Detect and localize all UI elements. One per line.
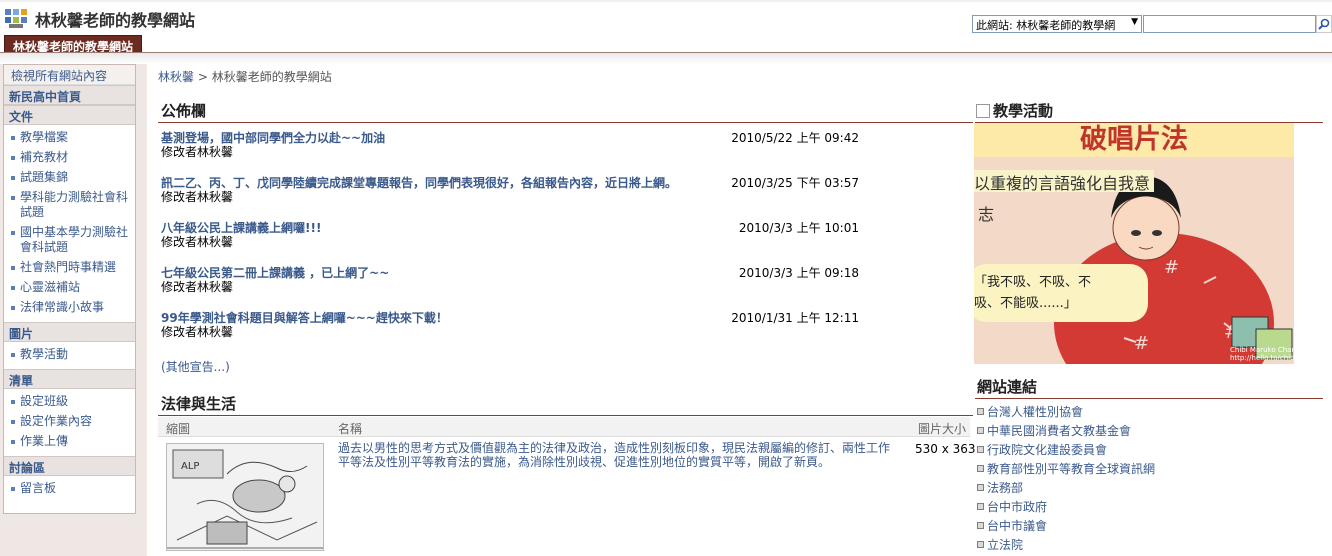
svg-text:#: # xyxy=(1164,257,1179,278)
dropdown-arrow-icon: ▼ xyxy=(1131,17,1138,27)
site-link-item[interactable]: 台灣人權性別協會 xyxy=(975,403,1325,422)
announcement-date: 2010/1/31 上午 12:11 xyxy=(731,311,859,325)
announcement-modified-by: 修改者林秋馨 xyxy=(161,145,234,159)
announcements-title[interactable]: 公佈欄 xyxy=(158,100,973,123)
view-all-site-content-link[interactable]: 檢視所有網站內容 xyxy=(4,65,135,85)
search-scope-value: 此網站: 林秋馨老師的教學網 xyxy=(976,19,1116,32)
sidebar-section-discussions[interactable]: 討論區 xyxy=(4,456,135,476)
sidebar-item-law-stories[interactable]: 法律常識小故事 xyxy=(4,298,135,318)
law-table-header: 縮圖 名稱 圖片大小 xyxy=(158,417,970,437)
speech-bubble-line2: 吸、不能吸......」 xyxy=(974,296,1077,311)
announcement-date: 2010/3/3 上午 10:01 xyxy=(738,221,859,235)
announcement-modified-by: 修改者林秋馨 xyxy=(161,235,234,249)
announcement-modified-by: 修改者林秋馨 xyxy=(161,325,234,339)
breadcrumb: 林秋馨 > 林秋馨老師的教學網站 xyxy=(158,68,332,85)
announcement-item: 99年學測社會科題目與解答上網囉~~~趕快來下載！ 修改者林秋馨 2010/1/… xyxy=(161,309,971,339)
law-and-life-title[interactable]: 法律與生活 xyxy=(158,393,973,416)
announcement-item: 八年級公民上課講義上網囉!!! 修改者林秋馨 2010/3/3 上午 10:01 xyxy=(161,219,971,249)
sidebar-item-set-class[interactable]: 設定班級 xyxy=(4,392,135,412)
column-header-image-size[interactable]: 圖片大小 xyxy=(918,420,966,437)
image-credit: Chibi Maruko Chan http://hello.to/chibim… xyxy=(1230,346,1294,362)
sidebar-section-documents[interactable]: 文件 xyxy=(4,105,135,125)
activity-caption-line1: 以重複的言語強化自我意 xyxy=(974,170,1155,193)
table-row: ALP 過去以男性的思考方式及價值觀為主的法律及政治，造成性別刻板印象，現民法親… xyxy=(158,437,976,552)
sidebar-item-guestbook[interactable]: 留言板 xyxy=(4,479,135,499)
sidebar-item-exam-collection[interactable]: 試題集錦 xyxy=(4,168,135,188)
search-input[interactable] xyxy=(1143,15,1316,33)
announcement-item: 訊二乙、丙、丁、戊同學陸續完成課堂專題報告，同學們表現很好，各組報告內容，近日將… xyxy=(161,174,971,204)
image-placeholder-icon xyxy=(976,104,990,118)
sidebar-item-bctest-social[interactable]: 國中基本學力測驗社會科試題 xyxy=(4,223,135,258)
cartoon-sketch-image: ALP xyxy=(167,444,323,550)
site-link-item[interactable]: 台中市政府 xyxy=(975,498,1325,517)
image-credit-line1: Chibi Maruko Chan xyxy=(1230,346,1294,354)
quick-launch-sidebar: 檢視所有網站內容 新民高中首頁 文件 教學檔案 補充教材 試題集錦 學科能力測驗… xyxy=(3,64,136,514)
site-link-item[interactable]: 法務部 xyxy=(975,479,1325,498)
breadcrumb-root-link[interactable]: 林秋馨 xyxy=(158,70,194,84)
site-logo-icon xyxy=(5,9,29,29)
announcement-date: 2010/3/25 下午 03:57 xyxy=(731,176,859,190)
more-announcements-link[interactable]: (其他宣告...) xyxy=(161,358,230,375)
sidebar-item-set-homework[interactable]: 設定作業內容 xyxy=(4,412,135,432)
breadcrumb-current: 林秋馨老師的教學網站 xyxy=(211,70,332,84)
column-header-thumbnail[interactable]: 縮圖 xyxy=(166,420,190,437)
law-cartoon-thumbnail[interactable]: ALP xyxy=(166,443,324,551)
sidebar-item-homework-upload[interactable]: 作業上傳 xyxy=(4,432,135,452)
law-item-description-link[interactable]: 過去以男性的思考方式及價值觀為主的法律及政治，造成性別刻板印象，現民法親屬編的修… xyxy=(338,441,898,469)
site-title[interactable]: 林秋馨老師的教學網站 xyxy=(35,7,195,31)
law-item-image-size: 530 x 363 xyxy=(915,442,976,456)
sidebar-home-link[interactable]: 新民高中首頁 xyxy=(4,85,135,105)
teaching-activity-image[interactable]: # # # # 破唱片法 以重複的言語強化自我意 志 「我不吸、不吸、不 吸、不… xyxy=(974,123,1294,364)
column-header-name[interactable]: 名稱 xyxy=(338,420,362,437)
sidebar-item-teaching-activities[interactable]: 教學活動 xyxy=(4,345,135,365)
announcement-title-link[interactable]: 訊二乙、丙、丁、戊同學陸續完成課堂專題報告，同學們表現很好，各組報告內容，近日將… xyxy=(161,174,677,191)
site-link-item[interactable]: 中華民國消費者文教基金會 xyxy=(975,422,1325,441)
sidebar-section-pictures[interactable]: 圖片 xyxy=(4,322,135,342)
cartoon-girl-image: # # # # xyxy=(974,123,1294,364)
svg-text:#: # xyxy=(1134,333,1149,354)
teaching-activities-title[interactable]: 教學活動 xyxy=(975,100,1323,123)
svg-text:ALP: ALP xyxy=(181,461,199,472)
site-link-item[interactable]: 立法院 xyxy=(975,536,1325,555)
announcement-modified-by: 修改者林秋馨 xyxy=(161,280,234,294)
activity-caption-line2: 志 xyxy=(978,205,995,224)
sidebar-item-teaching-files[interactable]: 教學檔案 xyxy=(4,128,135,148)
header-divider xyxy=(0,52,1332,64)
announcement-modified-by: 修改者林秋馨 xyxy=(161,190,234,204)
site-header: 林秋馨老師的教學網站 林秋馨老師的教學網站 此網站: 林秋馨老師的教學網 ▼ xyxy=(0,0,1332,54)
sidebar-item-current-events[interactable]: 社會熱門時事精選 xyxy=(4,258,135,278)
site-links-list: 台灣人權性別協會 中華民國消費者文教基金會 行政院文化建設委員會 教育部性別平等… xyxy=(975,403,1325,555)
search-icon xyxy=(1318,18,1330,30)
site-link-item[interactable]: 行政院文化建設委員會 xyxy=(975,441,1325,460)
speech-bubble: 「我不吸、不吸、不 吸、不能吸......」 xyxy=(974,264,1148,322)
image-credit-line2: http://hello.to/chibimaruko xyxy=(1230,354,1294,362)
site-link-item[interactable]: 教育部性別平等教育全球資訊網 xyxy=(975,460,1325,479)
breadcrumb-separator: > xyxy=(194,70,212,84)
announcement-item: 七年級公民第二冊上課講義 ，已上網了~~ 修改者林秋馨 2010/3/3 上午 … xyxy=(161,264,971,294)
search-scope-select[interactable]: 此網站: 林秋馨老師的教學網 ▼ xyxy=(972,15,1142,33)
site-link-item[interactable]: 台中市議會 xyxy=(975,517,1325,536)
sidebar-item-gsat-social[interactable]: 學科能力測驗社會科試題 xyxy=(4,188,135,223)
sidebar-item-supplementary[interactable]: 補充教材 xyxy=(4,148,135,168)
announcement-date: 2010/5/22 上午 09:42 xyxy=(731,131,859,145)
teaching-activities-title-text: 教學活動 xyxy=(993,102,1054,120)
sidebar-section-lists[interactable]: 清單 xyxy=(4,369,135,389)
announcement-date: 2010/3/3 上午 09:18 xyxy=(738,266,859,280)
sidebar-item-soul-station[interactable]: 心靈滋補站 xyxy=(4,278,135,298)
site-links-title[interactable]: 網站連結 xyxy=(975,376,1323,399)
speech-bubble-line1: 「我不吸、不吸、不 xyxy=(974,275,1092,290)
search-button[interactable] xyxy=(1316,15,1332,33)
announcement-item: 基測登場，國中部同學們全力以赴~~加油 修改者林秋馨 2010/5/22 上午 … xyxy=(161,129,971,159)
activity-banner-text: 破唱片法 xyxy=(974,123,1294,157)
